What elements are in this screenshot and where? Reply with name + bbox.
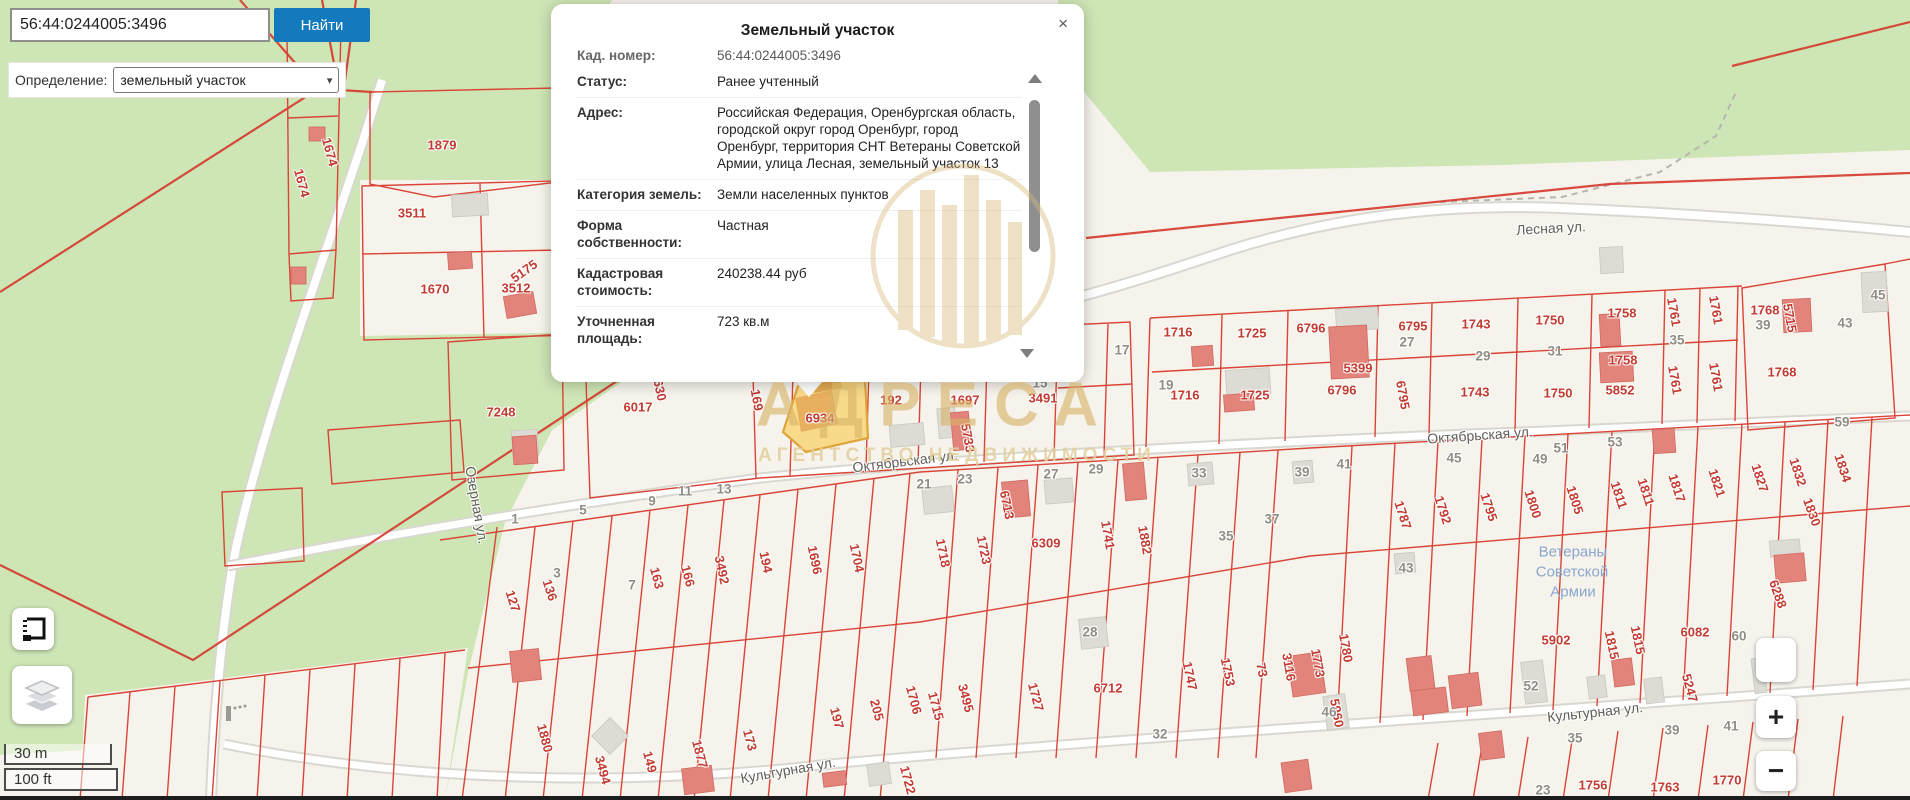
bottom-strip <box>0 796 1910 800</box>
definition-select[interactable]: земельный участок ▾ <box>113 67 339 93</box>
map-stage: 1879351116703512517572486017693419216973… <box>0 0 1910 800</box>
row-label: Категория земель: <box>577 186 717 203</box>
row-value: Ранее учтенный <box>717 73 1022 90</box>
measure-button[interactable] <box>12 608 54 650</box>
row-label: Форма собственности: <box>577 217 717 251</box>
scale-feet: 100 ft <box>4 768 118 791</box>
scale-control: 30 m 100 ft <box>4 744 118 791</box>
scrollbar-thumb[interactable] <box>1029 100 1040 252</box>
row-value: Частная <box>717 217 1022 251</box>
definition-panel: Определение: земельный участок ▾ <box>8 62 346 98</box>
layers-button[interactable] <box>12 666 72 724</box>
chevron-down-icon: ▾ <box>327 74 333 87</box>
scroll-down-icon[interactable] <box>1020 349 1034 358</box>
row-value: Земли населенных пунктов <box>717 186 1022 203</box>
popup-row-category: Категория земель: Земли населенных пункт… <box>577 180 1022 211</box>
search-bar: Найти <box>10 8 370 42</box>
scroll-up-icon[interactable] <box>1028 74 1042 83</box>
layers-icon <box>20 675 64 715</box>
close-icon[interactable]: × <box>1058 14 1068 34</box>
popup-row-ownership: Форма собственности: Частная <box>577 211 1022 259</box>
popup-pointer <box>794 380 824 397</box>
popup-row-address: Адрес: Российская Федерация, Оренбургска… <box>577 98 1022 180</box>
popup-body[interactable]: Кад. номер: 56:44:0244005:3496 Статус: Р… <box>577 50 1022 372</box>
measure-icon <box>16 612 50 646</box>
search-button[interactable]: Найти <box>274 8 370 42</box>
row-value: 56:44:0244005:3496 <box>717 50 1022 64</box>
popup-row-status: Статус: Ранее учтенный <box>577 67 1022 98</box>
row-value: 240238.44 руб <box>717 265 1022 299</box>
row-label: Кадастровая стоимость: <box>577 265 717 299</box>
extra-map-button[interactable] <box>1756 638 1796 682</box>
row-value: 723 кв.м <box>717 313 1022 347</box>
zoom-out-button[interactable]: − <box>1756 751 1796 791</box>
row-label: Кад. номер: <box>577 50 717 64</box>
popup-row-clipped: Кад. номер: 56:44:0244005:3496 <box>577 50 1022 67</box>
popup-row-area: Уточненная площадь: 723 кв.м <box>577 307 1022 354</box>
popup-row-cost: Кадастровая стоимость: 240238.44 руб <box>577 259 1022 307</box>
parcel-info-popup: Земельный участок × Кад. номер: 56:44:02… <box>551 4 1084 382</box>
zoom-in-button[interactable]: + <box>1756 696 1796 738</box>
popup-scrollbar[interactable] <box>1028 74 1040 358</box>
definition-value: земельный участок <box>120 72 245 88</box>
search-input[interactable] <box>10 8 270 42</box>
definition-label: Определение: <box>15 72 107 88</box>
row-label: Адрес: <box>577 104 717 172</box>
row-label: Статус: <box>577 73 717 90</box>
row-label: Уточненная площадь: <box>577 313 717 347</box>
scale-meters: 30 m <box>4 744 112 765</box>
row-value: Российская Федерация, Оренбургская облас… <box>717 104 1022 172</box>
popup-title: Земельный участок <box>551 4 1084 40</box>
